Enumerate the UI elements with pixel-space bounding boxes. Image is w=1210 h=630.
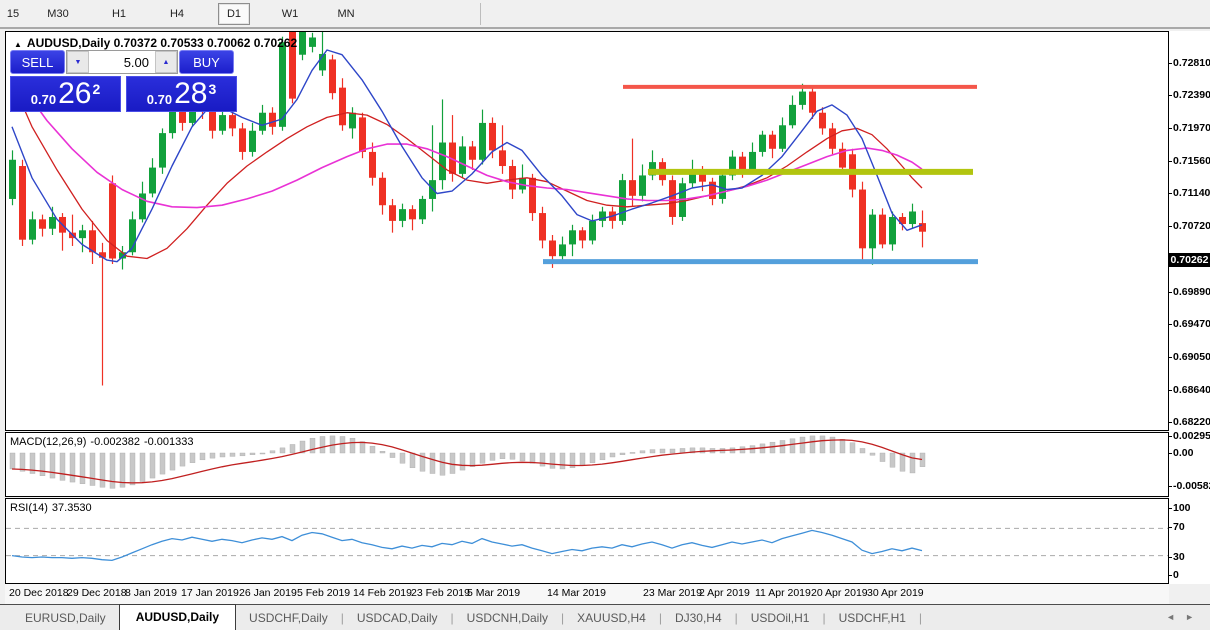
- price-axis-label: 0.69470: [1173, 318, 1210, 330]
- time-axis-label: 20 Apr 2019: [811, 587, 868, 599]
- chart-tabs-bar: EURUSD,Daily AUDUSD,Daily USDCHF,Daily |…: [0, 604, 1210, 630]
- timeframe-w1-button[interactable]: W1: [262, 4, 318, 24]
- price-axis[interactable]: 0.72810 0.72390 0.71970 0.71560 0.71140 …: [1169, 31, 1210, 584]
- tab-usdchf-daily[interactable]: USDCHF,Daily: [236, 607, 341, 629]
- time-axis-label: 8 Jan 2019: [125, 587, 177, 599]
- rsi-value: 37.3530: [52, 502, 92, 514]
- rsi-axis-label: 30: [1173, 551, 1185, 563]
- macd-axis-label: 0.002957: [1173, 430, 1210, 442]
- one-click-trading-panel: SELL ▼ 5.00 ▲ BUY 0.70 26 2 0.70 28 3: [10, 50, 237, 112]
- price-axis-label: 0.71560: [1173, 155, 1210, 167]
- price-axis-label: 0.72390: [1173, 89, 1210, 101]
- timeframe-mn-button[interactable]: MN: [318, 4, 374, 24]
- volume-decrease-icon[interactable]: ▼: [67, 51, 89, 73]
- tab-usdchf-h1[interactable]: USDCHF,H1: [826, 607, 919, 629]
- tab-xauusd-h4[interactable]: XAUUSD,H4: [564, 607, 659, 629]
- macd-signal-value: -0.001333: [144, 436, 194, 448]
- rsi-name: RSI(14): [10, 502, 48, 514]
- price-axis-label: 0.71140: [1173, 187, 1210, 199]
- tab-usdoil-h1[interactable]: USDOil,H1: [738, 607, 823, 629]
- tab-usdcnh-daily[interactable]: USDCNH,Daily: [454, 607, 561, 629]
- sell-price-pip: 2: [92, 84, 100, 94]
- macd-main-value: -0.002382: [90, 436, 140, 448]
- chart-title: ▲ AUDUSD,Daily 0.70372 0.70533 0.70062 0.…: [14, 36, 297, 50]
- price-axis-label: 0.71970: [1173, 122, 1210, 134]
- time-axis-label: 5 Feb 2019: [297, 587, 350, 599]
- price-axis-label: 0.68220: [1173, 416, 1210, 428]
- price-axis-label: 0.68640: [1173, 384, 1210, 396]
- time-axis-label: 30 Apr 2019: [867, 587, 924, 599]
- macd-label: MACD(12,26,9) -0.002382 -0.001333: [10, 436, 198, 448]
- chart-ohlc-values: 0.70372 0.70533 0.70062 0.70262: [114, 36, 298, 50]
- time-axis[interactable]: 20 Dec 2018 29 Dec 2018 8 Jan 2019 17 Ja…: [5, 584, 1169, 604]
- volume-control: ▼ 5.00 ▲: [66, 50, 178, 74]
- time-axis-label: 29 Dec 2018: [67, 587, 127, 599]
- timeframe-m15-button[interactable]: 15: [0, 4, 26, 24]
- price-axis-label: 0.69050: [1173, 351, 1210, 363]
- main-chart-panel[interactable]: ▲ AUDUSD,Daily 0.70372 0.70533 0.70062 0.…: [5, 31, 1169, 431]
- tab-scroll-arrows[interactable]: ◄►: [1166, 612, 1204, 622]
- buy-price-prefix: 0.70: [147, 91, 172, 108]
- time-axis-label: 14 Mar 2019: [547, 587, 606, 599]
- timeframe-h1-button[interactable]: H1: [90, 4, 148, 24]
- tab-audusd-daily[interactable]: AUDUSD,Daily: [119, 604, 236, 630]
- rsi-axis-label: 70: [1173, 521, 1185, 533]
- rsi-axis-label: 100: [1173, 502, 1191, 514]
- price-axis-label: 0.72810: [1173, 57, 1210, 69]
- time-axis-label: 2 Apr 2019: [699, 587, 750, 599]
- sell-button[interactable]: SELL: [10, 50, 65, 74]
- rsi-label: RSI(14) 37.3530: [10, 502, 96, 514]
- macd-axis-label: -0.00582: [1173, 480, 1210, 492]
- rsi-axis-label: 0: [1173, 569, 1179, 581]
- trading-platform-window: 15 M30 H1 H4 D1 W1 MN ▲ AUDUSD,Daily 0.70…: [0, 0, 1210, 630]
- sell-price-box[interactable]: 0.70 26 2: [10, 76, 121, 112]
- macd-axis-label: 0.00: [1173, 447, 1193, 459]
- tab-usdcad-daily[interactable]: USDCAD,Daily: [344, 607, 451, 629]
- time-axis-label: 14 Feb 2019: [353, 587, 412, 599]
- time-axis-label: 17 Jan 2019: [181, 587, 239, 599]
- buy-price-pip: 3: [208, 84, 216, 94]
- time-axis-label: 26 Jan 2019: [239, 587, 297, 599]
- timeframe-d1-button[interactable]: D1: [218, 3, 250, 25]
- tab-separator: |: [919, 611, 922, 625]
- current-price-tag: 0.70262: [1169, 253, 1210, 267]
- tab-scroll-right-icon: ►: [1185, 612, 1204, 622]
- buy-price-main: 28: [174, 80, 207, 108]
- time-axis-label: 5 Mar 2019: [467, 587, 520, 599]
- timeframe-toolbar: 15 M30 H1 H4 D1 W1 MN: [0, 0, 1210, 29]
- time-axis-label: 20 Dec 2018: [9, 587, 69, 599]
- time-axis-label: 11 Apr 2019: [755, 587, 811, 599]
- buy-button[interactable]: BUY: [179, 50, 234, 74]
- collapse-panel-icon[interactable]: ▲: [14, 40, 22, 49]
- buy-price-box[interactable]: 0.70 28 3: [126, 76, 237, 112]
- price-axis-label: 0.69890: [1173, 286, 1210, 298]
- volume-input[interactable]: 5.00: [89, 51, 155, 73]
- rsi-indicator-panel[interactable]: RSI(14) 37.3530: [5, 498, 1169, 584]
- tab-scroll-left-icon: ◄: [1166, 612, 1185, 622]
- price-axis-label: 0.70720: [1173, 220, 1210, 232]
- tab-dj30-h4[interactable]: DJ30,H4: [662, 607, 735, 629]
- volume-increase-icon[interactable]: ▲: [155, 51, 177, 73]
- chart-symbol-label: AUDUSD,Daily: [27, 36, 110, 50]
- timeframe-h4-button[interactable]: H4: [148, 4, 206, 24]
- timeframe-m30-button[interactable]: M30: [26, 4, 90, 24]
- toolbar-separator: [480, 3, 481, 25]
- rsi-indicator-chart[interactable]: [6, 499, 1168, 583]
- macd-name: MACD(12,26,9): [10, 436, 86, 448]
- sell-price-prefix: 0.70: [31, 91, 56, 108]
- time-axis-label: 23 Feb 2019: [411, 587, 470, 599]
- time-axis-label: 23 Mar 2019: [643, 587, 702, 599]
- tab-eurusd-daily[interactable]: EURUSD,Daily: [12, 607, 119, 629]
- macd-indicator-panel[interactable]: MACD(12,26,9) -0.002382 -0.001333: [5, 432, 1169, 497]
- sell-price-main: 26: [58, 80, 91, 108]
